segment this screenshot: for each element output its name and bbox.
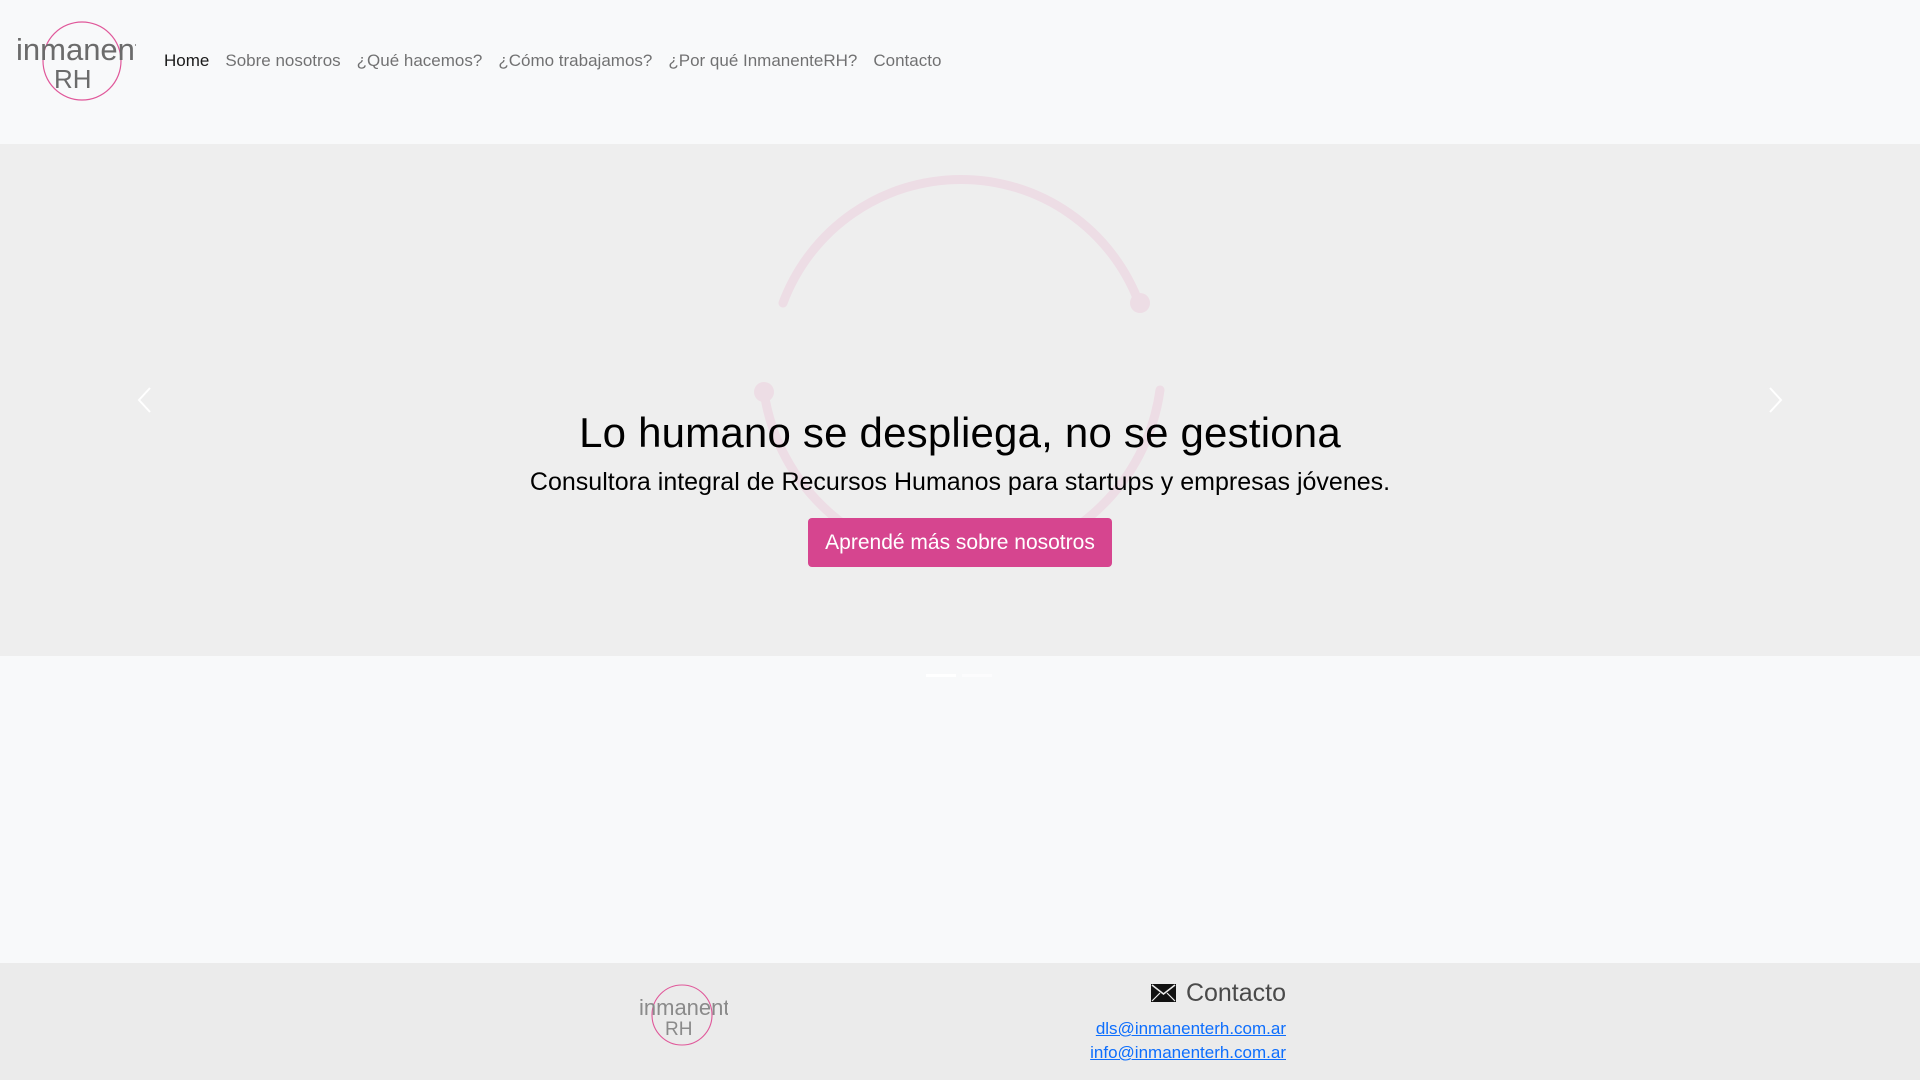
logo-text-1: inmanente [16,32,136,67]
footer-logo-text-1: inmanente [639,995,728,1020]
hero-title: Lo humano se despliega, no se gestiona [579,409,1341,456]
carousel-indicator-1[interactable] [926,674,956,677]
hero-caption: Lo humano se despliega, no se gestiona C… [0,408,1920,567]
envelope-icon [1150,984,1176,1002]
logo-icon: inmanente RH [16,21,161,101]
footer-logo-icon: inmanente RH [639,984,742,1046]
email-link-info[interactable]: info@inmanenterh.com.ar [1000,1041,1286,1065]
footer-contact: Contacto dls@inmanenterh.com.ar info@inm… [1000,977,1286,1065]
hero-background-graphic [754,175,1165,568]
hero-carousel: Lo humano se despliega, no se gestiona C… [0,144,1920,656]
nav-home[interactable]: Home [156,51,217,71]
nav-contacto[interactable]: Contacto [865,51,949,71]
carousel-indicators [926,674,992,678]
navbar: inmanente RH Home Sobre nosotros ¿Qué ha… [0,0,1920,144]
nav-como-trabajamos[interactable]: ¿Cómo trabajamos? [490,51,660,71]
footer: inmanente RH Contacto dls@inmanenterh.co… [0,963,1920,1080]
learn-more-button[interactable]: Aprendé más sobre nosotros [808,517,1112,567]
contact-heading-label: Contacto [1185,978,1286,1007]
email-link-dls[interactable]: dls@inmanenterh.com.ar [1000,1017,1286,1041]
nav-que-hacemos[interactable]: ¿Qué hacemos? [349,51,491,71]
nav-por-que[interactable]: ¿Por qué InmanenteRH? [660,51,865,71]
carousel-indicator-2[interactable] [962,674,992,677]
contact-heading: Contacto [1000,977,1286,1009]
nav-sobre-nosotros[interactable]: Sobre nosotros [217,51,348,71]
brand-logo[interactable]: inmanente RH [16,20,161,102]
footer-logo-text-2: RH [665,1019,692,1040]
main-nav: Home Sobre nosotros ¿Qué hacemos? ¿Cómo … [156,48,949,74]
footer-logo: inmanente RH [636,983,742,1047]
logo-text-2: RH [54,64,92,94]
hero-subtitle: Consultora integral de Recursos Humanos … [529,468,1391,497]
